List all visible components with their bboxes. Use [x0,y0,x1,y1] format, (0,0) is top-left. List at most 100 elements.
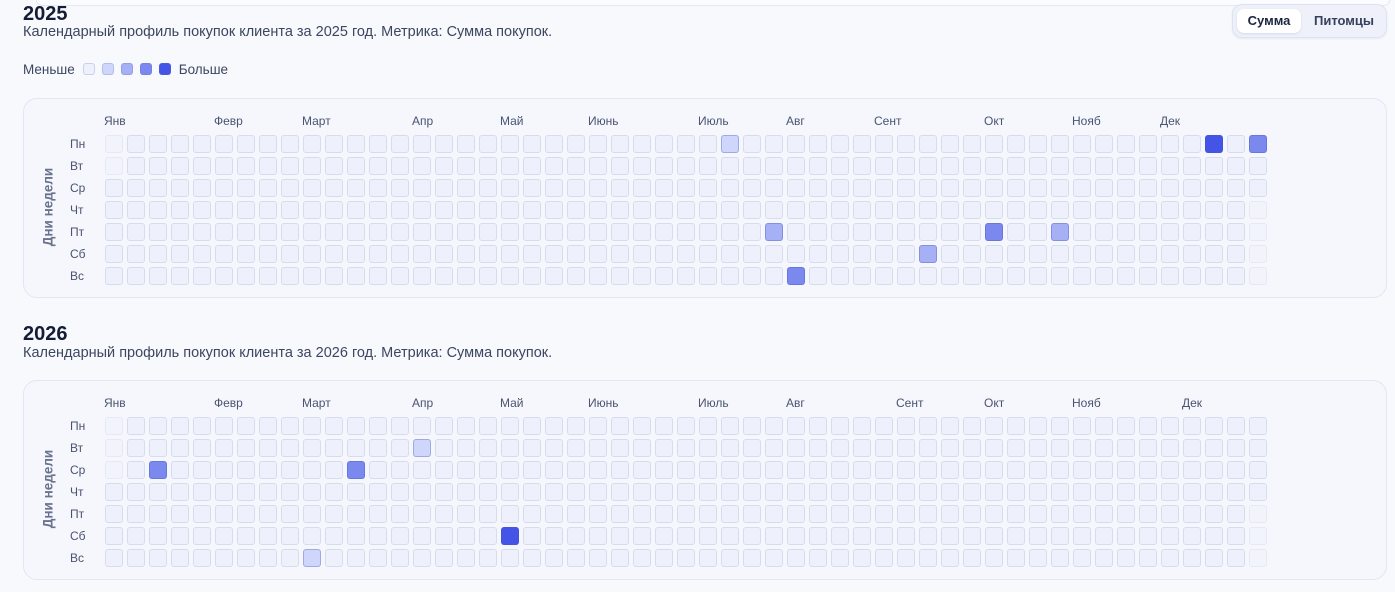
day-cell[interactable] [743,527,761,545]
day-cell[interactable] [127,527,145,545]
day-cell[interactable] [127,417,145,435]
day-cell[interactable] [875,505,893,523]
day-cell[interactable] [369,157,387,175]
day-cell[interactable] [523,201,541,219]
day-cell[interactable] [413,527,431,545]
day-cell[interactable] [963,245,981,263]
day-cell[interactable] [1205,505,1223,523]
day-cell[interactable] [105,245,123,263]
day-cell[interactable] [567,135,585,153]
day-cell[interactable] [457,157,475,175]
day-cell[interactable] [457,245,475,263]
day-cell[interactable] [743,245,761,263]
day-cell[interactable] [391,549,409,567]
day-cell[interactable] [413,157,431,175]
day-cell[interactable] [1183,417,1201,435]
day-cell[interactable] [1007,245,1025,263]
day-cell[interactable] [677,267,695,285]
day-cell[interactable] [699,505,717,523]
day-cell[interactable] [237,157,255,175]
day-cell[interactable] [1051,135,1069,153]
day-cell[interactable] [1249,135,1267,153]
day-cell[interactable] [963,439,981,457]
day-cell[interactable] [787,417,805,435]
day-cell[interactable] [127,245,145,263]
day-cell[interactable] [193,201,211,219]
day-cell[interactable] [1007,417,1025,435]
day-cell[interactable] [545,157,563,175]
day-cell[interactable] [567,549,585,567]
day-cell[interactable] [1095,549,1113,567]
day-cell[interactable] [215,439,233,457]
day-cell[interactable] [1117,201,1135,219]
day-cell[interactable] [677,157,695,175]
day-cell[interactable] [1029,201,1047,219]
day-cell[interactable] [457,505,475,523]
day-cell[interactable] [765,527,783,545]
day-cell[interactable] [215,157,233,175]
day-cell[interactable] [589,439,607,457]
day-cell[interactable] [347,527,365,545]
day-cell[interactable] [545,439,563,457]
day-cell[interactable] [831,505,849,523]
day-cell[interactable] [1029,135,1047,153]
day-cell[interactable] [523,157,541,175]
day-cell[interactable] [875,245,893,263]
day-cell[interactable] [1117,527,1135,545]
day-cell[interactable] [501,245,519,263]
day-cell[interactable] [105,461,123,479]
day-cell[interactable] [765,461,783,479]
day-cell[interactable] [1095,439,1113,457]
day-cell[interactable] [325,135,343,153]
day-cell[interactable] [215,461,233,479]
day-cell[interactable] [1007,461,1025,479]
day-cell[interactable] [1161,245,1179,263]
day-cell[interactable] [1029,527,1047,545]
day-cell[interactable] [1161,483,1179,501]
day-cell[interactable] [611,549,629,567]
day-cell[interactable] [413,179,431,197]
day-cell[interactable] [809,157,827,175]
day-cell[interactable] [633,135,651,153]
day-cell[interactable] [1183,179,1201,197]
day-cell[interactable] [611,135,629,153]
day-cell[interactable] [325,201,343,219]
day-cell[interactable] [831,157,849,175]
day-cell[interactable] [501,267,519,285]
day-cell[interactable] [281,461,299,479]
day-cell[interactable] [369,245,387,263]
day-cell[interactable] [1205,201,1223,219]
day-cell[interactable] [501,439,519,457]
day-cell[interactable] [787,267,805,285]
day-cell[interactable] [171,461,189,479]
day-cell[interactable] [127,483,145,501]
day-cell[interactable] [875,135,893,153]
day-cell[interactable] [281,439,299,457]
day-cell[interactable] [545,505,563,523]
day-cell[interactable] [567,267,585,285]
day-cell[interactable] [1139,505,1157,523]
day-cell[interactable] [149,483,167,501]
day-cell[interactable] [303,505,321,523]
day-cell[interactable] [1007,527,1025,545]
day-cell[interactable] [1007,179,1025,197]
day-cell[interactable] [149,267,167,285]
day-cell[interactable] [479,461,497,479]
day-cell[interactable] [127,439,145,457]
day-cell[interactable] [1227,223,1245,241]
day-cell[interactable] [193,267,211,285]
day-cell[interactable] [743,461,761,479]
day-cell[interactable] [149,245,167,263]
day-cell[interactable] [391,201,409,219]
day-cell[interactable] [1073,483,1091,501]
day-cell[interactable] [721,461,739,479]
day-cell[interactable] [1205,527,1223,545]
day-cell[interactable] [193,245,211,263]
day-cell[interactable] [325,527,343,545]
day-cell[interactable] [391,527,409,545]
day-cell[interactable] [897,505,915,523]
day-cell[interactable] [1249,483,1267,501]
day-cell[interactable] [523,483,541,501]
day-cell[interactable] [1249,527,1267,545]
day-cell[interactable] [1007,505,1025,523]
